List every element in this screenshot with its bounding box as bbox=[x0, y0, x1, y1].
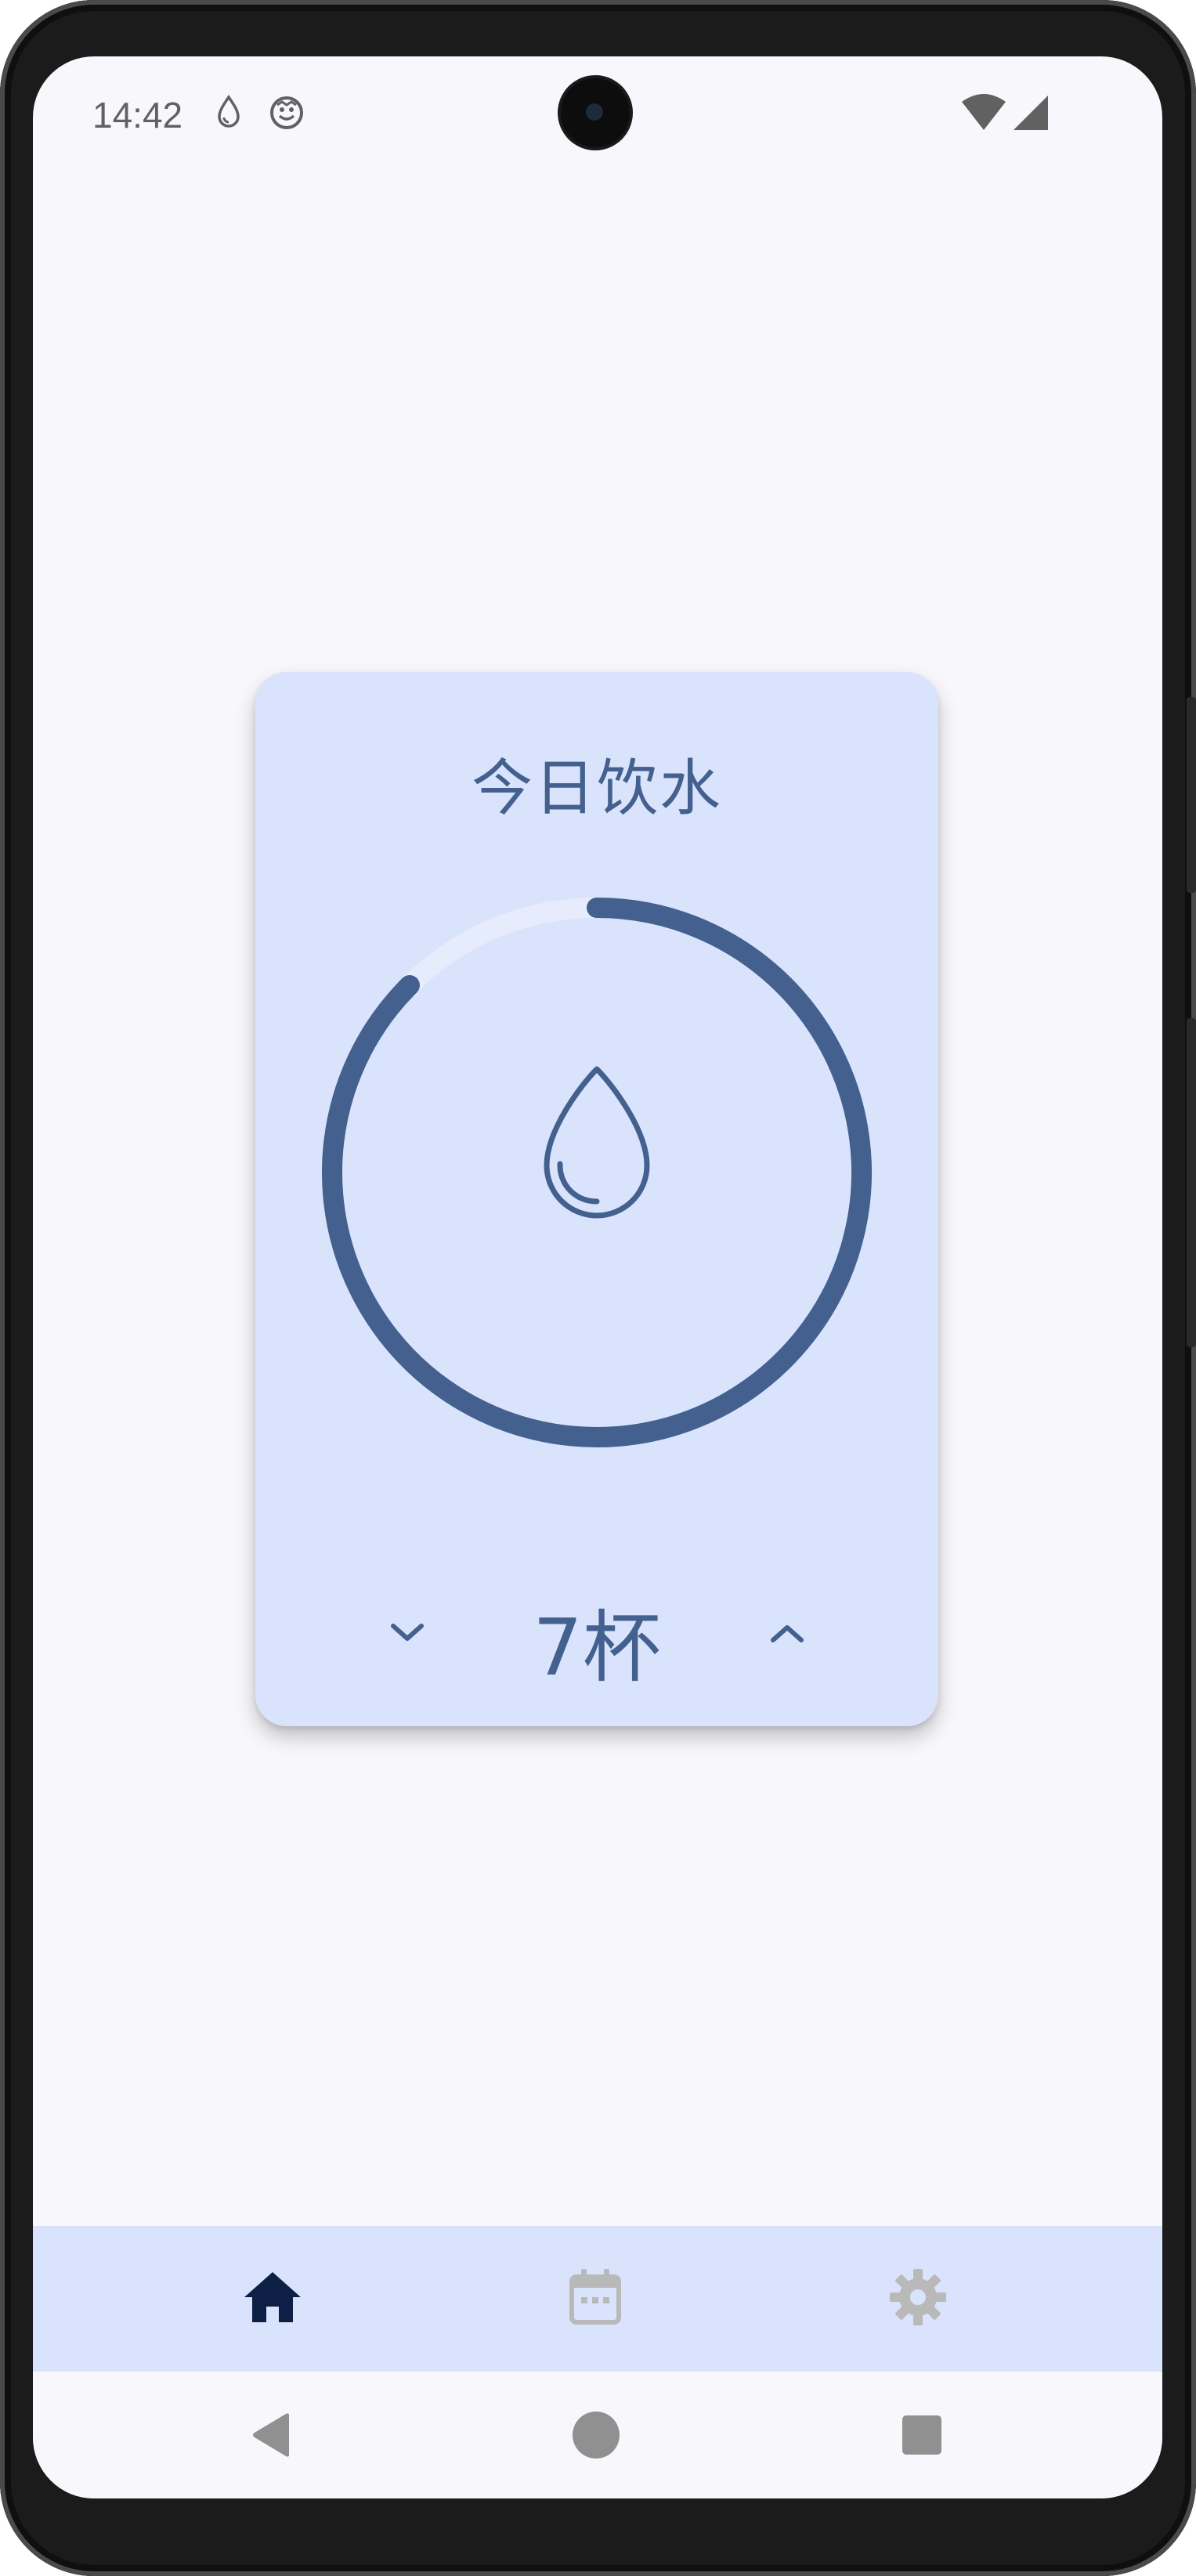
nav-settings[interactable] bbox=[840, 2226, 996, 2372]
ring-progress bbox=[322, 898, 872, 1447]
chevron-down-icon bbox=[388, 1621, 426, 1648]
front-camera bbox=[561, 78, 630, 147]
nav-home[interactable] bbox=[194, 2226, 351, 2372]
system-navigation-bar bbox=[33, 2372, 1162, 2498]
settings-icon bbox=[888, 2267, 948, 2330]
status-bar: 14:42 bbox=[33, 56, 1162, 158]
system-home-button[interactable] bbox=[569, 2409, 623, 2464]
cups-count: 7杯 bbox=[533, 1602, 661, 1693]
cellular-signal-icon bbox=[1010, 92, 1051, 135]
home-circle-icon bbox=[572, 2411, 620, 2462]
phone-device: 14:42 今日饮水 7杯 bbox=[0, 0, 1196, 2576]
home-icon bbox=[241, 2269, 304, 2329]
calendar-icon bbox=[567, 2267, 623, 2330]
system-back-button[interactable] bbox=[244, 2409, 299, 2464]
progress-ring bbox=[322, 898, 872, 1447]
nav-calendar[interactable] bbox=[517, 2226, 674, 2372]
app-screen: 14:42 今日饮水 7杯 bbox=[33, 56, 1162, 2498]
chevron-up-icon bbox=[768, 1621, 806, 1648]
system-recents-button[interactable] bbox=[894, 2409, 949, 2464]
water-drop-icon bbox=[544, 1066, 650, 1219]
bottom-navigation bbox=[33, 2226, 1162, 2372]
recents-icon bbox=[901, 2414, 943, 2459]
water-intake-card: 今日饮水 7杯 bbox=[255, 672, 938, 1726]
increase-button[interactable] bbox=[744, 1591, 830, 1678]
water-drop-icon bbox=[208, 92, 249, 133]
status-time: 14:42 bbox=[92, 95, 183, 135]
wifi-icon bbox=[960, 92, 1007, 135]
volume-button bbox=[1187, 1018, 1196, 1347]
smiley-icon bbox=[266, 92, 307, 133]
power-button bbox=[1187, 697, 1196, 893]
decrease-button[interactable] bbox=[364, 1591, 450, 1678]
back-icon bbox=[248, 2411, 295, 2462]
